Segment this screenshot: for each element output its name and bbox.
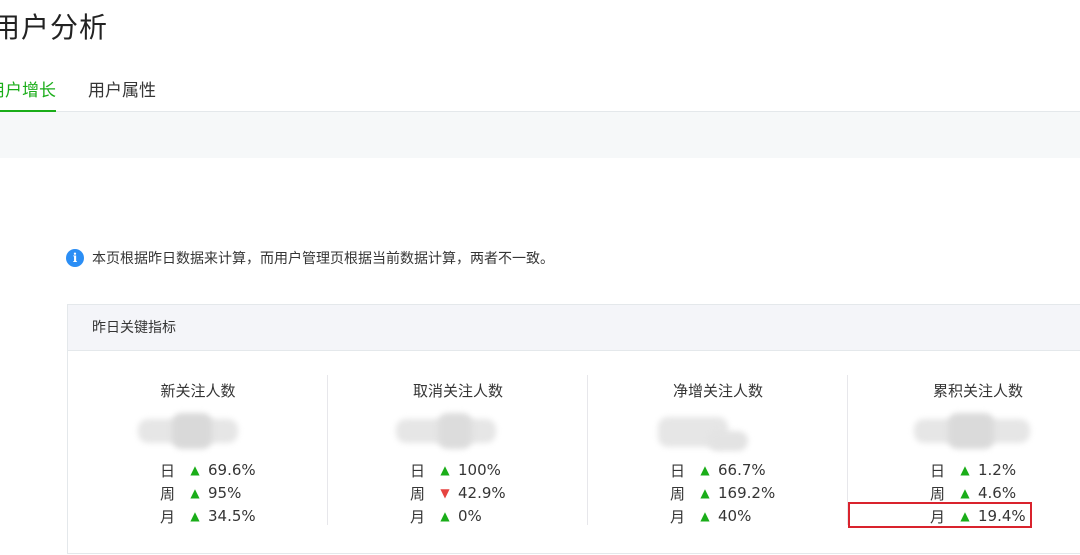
period-label: 周 bbox=[160, 484, 176, 503]
blurred-value bbox=[396, 411, 506, 451]
page-title: 用户分析 bbox=[0, 11, 109, 44]
metric-row: 周 ▲ 169.2% bbox=[670, 481, 775, 505]
metric-row: 周 ▲ 95% bbox=[160, 481, 241, 505]
blurred-value bbox=[914, 411, 1030, 451]
blurred-value bbox=[138, 411, 246, 451]
period-label: 日 bbox=[670, 461, 686, 480]
period-label: 周 bbox=[670, 484, 686, 503]
notice-text: 本页根据昨日数据来计算，而用户管理页根据当前数据计算，两者不一致。 bbox=[92, 251, 554, 267]
metric-row: 日 ▲ 100% bbox=[410, 458, 501, 482]
period-label: 月 bbox=[410, 507, 426, 526]
metric-title: 累积关注人数 bbox=[932, 382, 1023, 400]
percentage: 34.5% bbox=[208, 507, 256, 525]
panel-title: 昨日关键指标 bbox=[68, 305, 1080, 351]
percentage: 1.2% bbox=[978, 461, 1017, 479]
arrow-up-icon: ▲ bbox=[700, 509, 710, 523]
percentage: 169.2% bbox=[718, 484, 776, 502]
arrow-up-icon: ▲ bbox=[440, 509, 450, 523]
metric-row: 月 ▲ 34.5% bbox=[160, 504, 256, 528]
period-label: 月 bbox=[160, 507, 176, 526]
metric-new-followers: 新关注人数 日 ▲ 69.6% 周 ▲ 95% 月 ▲ 34.5% bbox=[68, 375, 328, 528]
percentage: 42.9% bbox=[458, 484, 506, 502]
metric-title: 新关注人数 bbox=[160, 382, 236, 400]
metric-row: 日 ▲ 66.7% bbox=[670, 458, 766, 482]
tab-user-attributes[interactable]: 用户属性 bbox=[88, 76, 156, 101]
percentage: 95% bbox=[208, 484, 242, 502]
metric-row: 日 ▲ 1.2% bbox=[930, 458, 1016, 482]
info-icon: i bbox=[66, 249, 84, 267]
period-label: 月 bbox=[670, 507, 686, 526]
period-label: 周 bbox=[930, 484, 946, 503]
arrow-up-icon: ▲ bbox=[960, 486, 970, 500]
period-label: 日 bbox=[930, 461, 946, 480]
percentage: 66.7% bbox=[718, 461, 766, 479]
arrow-up-icon: ▲ bbox=[190, 509, 200, 523]
arrow-up-icon: ▲ bbox=[190, 486, 200, 500]
blurred-value bbox=[658, 411, 766, 451]
notice: i 本页根据昨日数据来计算，而用户管理页根据当前数据计算，两者不一致。 bbox=[66, 248, 554, 268]
arrow-down-icon: ▼ bbox=[440, 486, 450, 500]
tab-user-growth[interactable]: 用户增长 bbox=[0, 76, 56, 112]
arrow-up-icon: ▲ bbox=[700, 463, 710, 477]
metric-row: 周 ▼ 42.9% bbox=[410, 481, 506, 505]
metric-title: 取消关注人数 bbox=[412, 382, 503, 400]
arrow-up-icon: ▲ bbox=[190, 463, 200, 477]
metric-title: 净增关注人数 bbox=[672, 382, 763, 400]
percentage: 100% bbox=[458, 461, 501, 479]
period-label: 日 bbox=[160, 461, 176, 480]
arrow-up-icon: ▲ bbox=[440, 463, 450, 477]
highlight-annotation bbox=[848, 502, 1032, 528]
metric-unfollowers: 取消关注人数 日 ▲ 100% 周 ▼ 42.9% 月 ▲ 0% bbox=[328, 375, 588, 528]
metric-row: 日 ▲ 69.6% bbox=[160, 458, 256, 482]
arrow-up-icon: ▲ bbox=[960, 463, 970, 477]
percentage: 69.6% bbox=[208, 461, 256, 479]
metric-row: 月 ▲ 40% bbox=[670, 504, 751, 528]
metric-row: 月 ▲ 0% bbox=[410, 504, 482, 528]
percentage: 0% bbox=[458, 507, 482, 525]
arrow-up-icon: ▲ bbox=[700, 486, 710, 500]
period-label: 周 bbox=[410, 484, 426, 503]
percentage: 4.6% bbox=[978, 484, 1017, 502]
metric-net-followers: 净增关注人数 日 ▲ 66.7% 周 ▲ 169.2% 月 ▲ 40% bbox=[588, 375, 848, 528]
tab-bar: 用户增长 用户属性 bbox=[0, 60, 1080, 112]
header-band bbox=[0, 112, 1080, 158]
percentage: 40% bbox=[718, 507, 752, 525]
period-label: 日 bbox=[410, 461, 426, 480]
